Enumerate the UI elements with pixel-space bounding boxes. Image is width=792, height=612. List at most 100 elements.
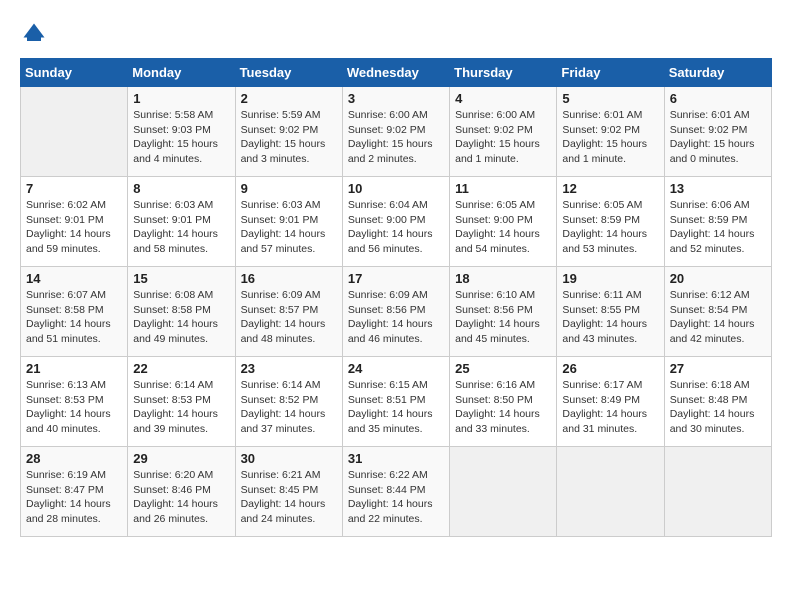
calendar-cell: 1 Sunrise: 5:58 AMSunset: 9:03 PMDaylight… <box>128 87 235 177</box>
logo <box>20 20 52 48</box>
calendar-header-row: SundayMondayTuesdayWednesdayThursdayFrid… <box>21 59 772 87</box>
day-number: 20 <box>670 271 766 286</box>
calendar-cell: 20 Sunrise: 6:12 AMSunset: 8:54 PMDayligh… <box>664 267 771 357</box>
day-info: Sunrise: 6:12 AMSunset: 8:54 PMDaylight:… <box>670 288 766 347</box>
calendar-cell: 5 Sunrise: 6:01 AMSunset: 9:02 PMDaylight… <box>557 87 664 177</box>
day-number: 25 <box>455 361 551 376</box>
day-number: 4 <box>455 91 551 106</box>
day-number: 22 <box>133 361 229 376</box>
day-header-sunday: Sunday <box>21 59 128 87</box>
day-info: Sunrise: 6:01 AMSunset: 9:02 PMDaylight:… <box>562 108 658 167</box>
calendar-cell: 15Sunrise: 6:08 AMSunset: 8:58 PMDayligh… <box>128 267 235 357</box>
day-header-saturday: Saturday <box>664 59 771 87</box>
calendar-cell: 17 Sunrise: 6:09 AMSunset: 8:56 PMDayligh… <box>342 267 449 357</box>
day-info: Sunrise: 6:00 AMSunset: 9:02 PMDaylight:… <box>455 108 551 167</box>
day-info: Sunrise: 6:04 AMSunset: 9:00 PMDaylight:… <box>348 198 444 257</box>
calendar-cell: 16Sunrise: 6:09 AMSunset: 8:57 PMDayligh… <box>235 267 342 357</box>
calendar-cell: 12 Sunrise: 6:05 AMSunset: 8:59 PMDayligh… <box>557 177 664 267</box>
day-number: 13 <box>670 181 766 196</box>
day-info: Sunrise: 6:01 AMSunset: 9:02 PMDaylight:… <box>670 108 766 167</box>
calendar-cell: 8 Sunrise: 6:03 AMSunset: 9:01 PMDaylight… <box>128 177 235 267</box>
calendar-cell: 29 Sunrise: 6:20 AMSunset: 8:46 PMDayligh… <box>128 447 235 537</box>
day-info: Sunrise: 5:58 AMSunset: 9:03 PMDaylight:… <box>133 108 229 167</box>
day-number: 11 <box>455 181 551 196</box>
day-info: Sunrise: 6:05 AMSunset: 9:00 PMDaylight:… <box>455 198 551 257</box>
day-number: 2 <box>241 91 337 106</box>
calendar-cell: 22 Sunrise: 6:14 AMSunset: 8:53 PMDayligh… <box>128 357 235 447</box>
day-info: Sunrise: 6:06 AMSunset: 8:59 PMDaylight:… <box>670 198 766 257</box>
day-number: 24 <box>348 361 444 376</box>
calendar-cell: 6 Sunrise: 6:01 AMSunset: 9:02 PMDaylight… <box>664 87 771 177</box>
day-number: 8 <box>133 181 229 196</box>
page-header <box>20 20 772 48</box>
calendar-cell: 21 Sunrise: 6:13 AMSunset: 8:53 PMDayligh… <box>21 357 128 447</box>
calendar-week-5: 28Sunrise: 6:19 AMSunset: 8:47 PMDayligh… <box>21 447 772 537</box>
day-info: Sunrise: 6:18 AMSunset: 8:48 PMDaylight:… <box>670 378 766 437</box>
calendar-cell: 13 Sunrise: 6:06 AMSunset: 8:59 PMDayligh… <box>664 177 771 267</box>
calendar-cell: 3 Sunrise: 6:00 AMSunset: 9:02 PMDaylight… <box>342 87 449 177</box>
day-info: Sunrise: 6:14 AMSunset: 8:52 PMDaylight:… <box>241 378 337 437</box>
calendar-cell: 2 Sunrise: 5:59 AMSunset: 9:02 PMDaylight… <box>235 87 342 177</box>
calendar-cell <box>450 447 557 537</box>
day-info: Sunrise: 6:20 AMSunset: 8:46 PMDaylight:… <box>133 468 229 527</box>
day-info: Sunrise: 6:02 AMSunset: 9:01 PMDaylight:… <box>26 198 122 257</box>
calendar-table: SundayMondayTuesdayWednesdayThursdayFrid… <box>20 58 772 537</box>
calendar-cell <box>21 87 128 177</box>
calendar-cell: 26 Sunrise: 6:17 AMSunset: 8:49 PMDayligh… <box>557 357 664 447</box>
day-header-thursday: Thursday <box>450 59 557 87</box>
day-info: Sunrise: 6:09 AMSunset: 8:56 PMDaylight:… <box>348 288 444 347</box>
calendar-cell: 19Sunrise: 6:11 AMSunset: 8:55 PMDayligh… <box>557 267 664 357</box>
day-number: 12 <box>562 181 658 196</box>
day-info: Sunrise: 6:21 AMSunset: 8:45 PMDaylight:… <box>241 468 337 527</box>
day-info: Sunrise: 6:00 AMSunset: 9:02 PMDaylight:… <box>348 108 444 167</box>
day-number: 9 <box>241 181 337 196</box>
calendar-cell: 30Sunrise: 6:21 AMSunset: 8:45 PMDayligh… <box>235 447 342 537</box>
day-info: Sunrise: 6:10 AMSunset: 8:56 PMDaylight:… <box>455 288 551 347</box>
day-info: Sunrise: 6:13 AMSunset: 8:53 PMDaylight:… <box>26 378 122 437</box>
day-info: Sunrise: 6:15 AMSunset: 8:51 PMDaylight:… <box>348 378 444 437</box>
day-header-monday: Monday <box>128 59 235 87</box>
day-number: 29 <box>133 451 229 466</box>
day-number: 19 <box>562 271 658 286</box>
calendar-cell: 18Sunrise: 6:10 AMSunset: 8:56 PMDayligh… <box>450 267 557 357</box>
day-number: 5 <box>562 91 658 106</box>
calendar-cell: 10Sunrise: 6:04 AMSunset: 9:00 PMDayligh… <box>342 177 449 267</box>
day-info: Sunrise: 6:17 AMSunset: 8:49 PMDaylight:… <box>562 378 658 437</box>
logo-icon <box>20 20 48 48</box>
calendar-cell: 25Sunrise: 6:16 AMSunset: 8:50 PMDayligh… <box>450 357 557 447</box>
calendar-cell <box>557 447 664 537</box>
day-number: 3 <box>348 91 444 106</box>
day-info: Sunrise: 6:03 AMSunset: 9:01 PMDaylight:… <box>241 198 337 257</box>
day-info: Sunrise: 6:14 AMSunset: 8:53 PMDaylight:… <box>133 378 229 437</box>
day-number: 6 <box>670 91 766 106</box>
day-number: 1 <box>133 91 229 106</box>
calendar-week-2: 7 Sunrise: 6:02 AMSunset: 9:01 PMDaylight… <box>21 177 772 267</box>
day-number: 15 <box>133 271 229 286</box>
day-number: 16 <box>241 271 337 286</box>
calendar-body: 1 Sunrise: 5:58 AMSunset: 9:03 PMDaylight… <box>21 87 772 537</box>
day-number: 27 <box>670 361 766 376</box>
day-number: 23 <box>241 361 337 376</box>
day-number: 21 <box>26 361 122 376</box>
calendar-cell: 31Sunrise: 6:22 AMSunset: 8:44 PMDayligh… <box>342 447 449 537</box>
day-info: Sunrise: 6:22 AMSunset: 8:44 PMDaylight:… <box>348 468 444 527</box>
calendar-cell: 7 Sunrise: 6:02 AMSunset: 9:01 PMDaylight… <box>21 177 128 267</box>
day-number: 7 <box>26 181 122 196</box>
calendar-cell: 4 Sunrise: 6:00 AMSunset: 9:02 PMDaylight… <box>450 87 557 177</box>
day-info: Sunrise: 6:05 AMSunset: 8:59 PMDaylight:… <box>562 198 658 257</box>
day-number: 17 <box>348 271 444 286</box>
calendar-cell <box>664 447 771 537</box>
calendar-cell: 9 Sunrise: 6:03 AMSunset: 9:01 PMDaylight… <box>235 177 342 267</box>
calendar-cell: 27 Sunrise: 6:18 AMSunset: 8:48 PMDayligh… <box>664 357 771 447</box>
day-number: 26 <box>562 361 658 376</box>
day-header-friday: Friday <box>557 59 664 87</box>
calendar-cell: 14Sunrise: 6:07 AMSunset: 8:58 PMDayligh… <box>21 267 128 357</box>
calendar-cell: 24 Sunrise: 6:15 AMSunset: 8:51 PMDayligh… <box>342 357 449 447</box>
calendar-week-3: 14Sunrise: 6:07 AMSunset: 8:58 PMDayligh… <box>21 267 772 357</box>
calendar-week-1: 1 Sunrise: 5:58 AMSunset: 9:03 PMDaylight… <box>21 87 772 177</box>
day-info: Sunrise: 5:59 AMSunset: 9:02 PMDaylight:… <box>241 108 337 167</box>
calendar-cell: 28Sunrise: 6:19 AMSunset: 8:47 PMDayligh… <box>21 447 128 537</box>
calendar-cell: 23 Sunrise: 6:14 AMSunset: 8:52 PMDayligh… <box>235 357 342 447</box>
day-info: Sunrise: 6:07 AMSunset: 8:58 PMDaylight:… <box>26 288 122 347</box>
day-info: Sunrise: 6:03 AMSunset: 9:01 PMDaylight:… <box>133 198 229 257</box>
